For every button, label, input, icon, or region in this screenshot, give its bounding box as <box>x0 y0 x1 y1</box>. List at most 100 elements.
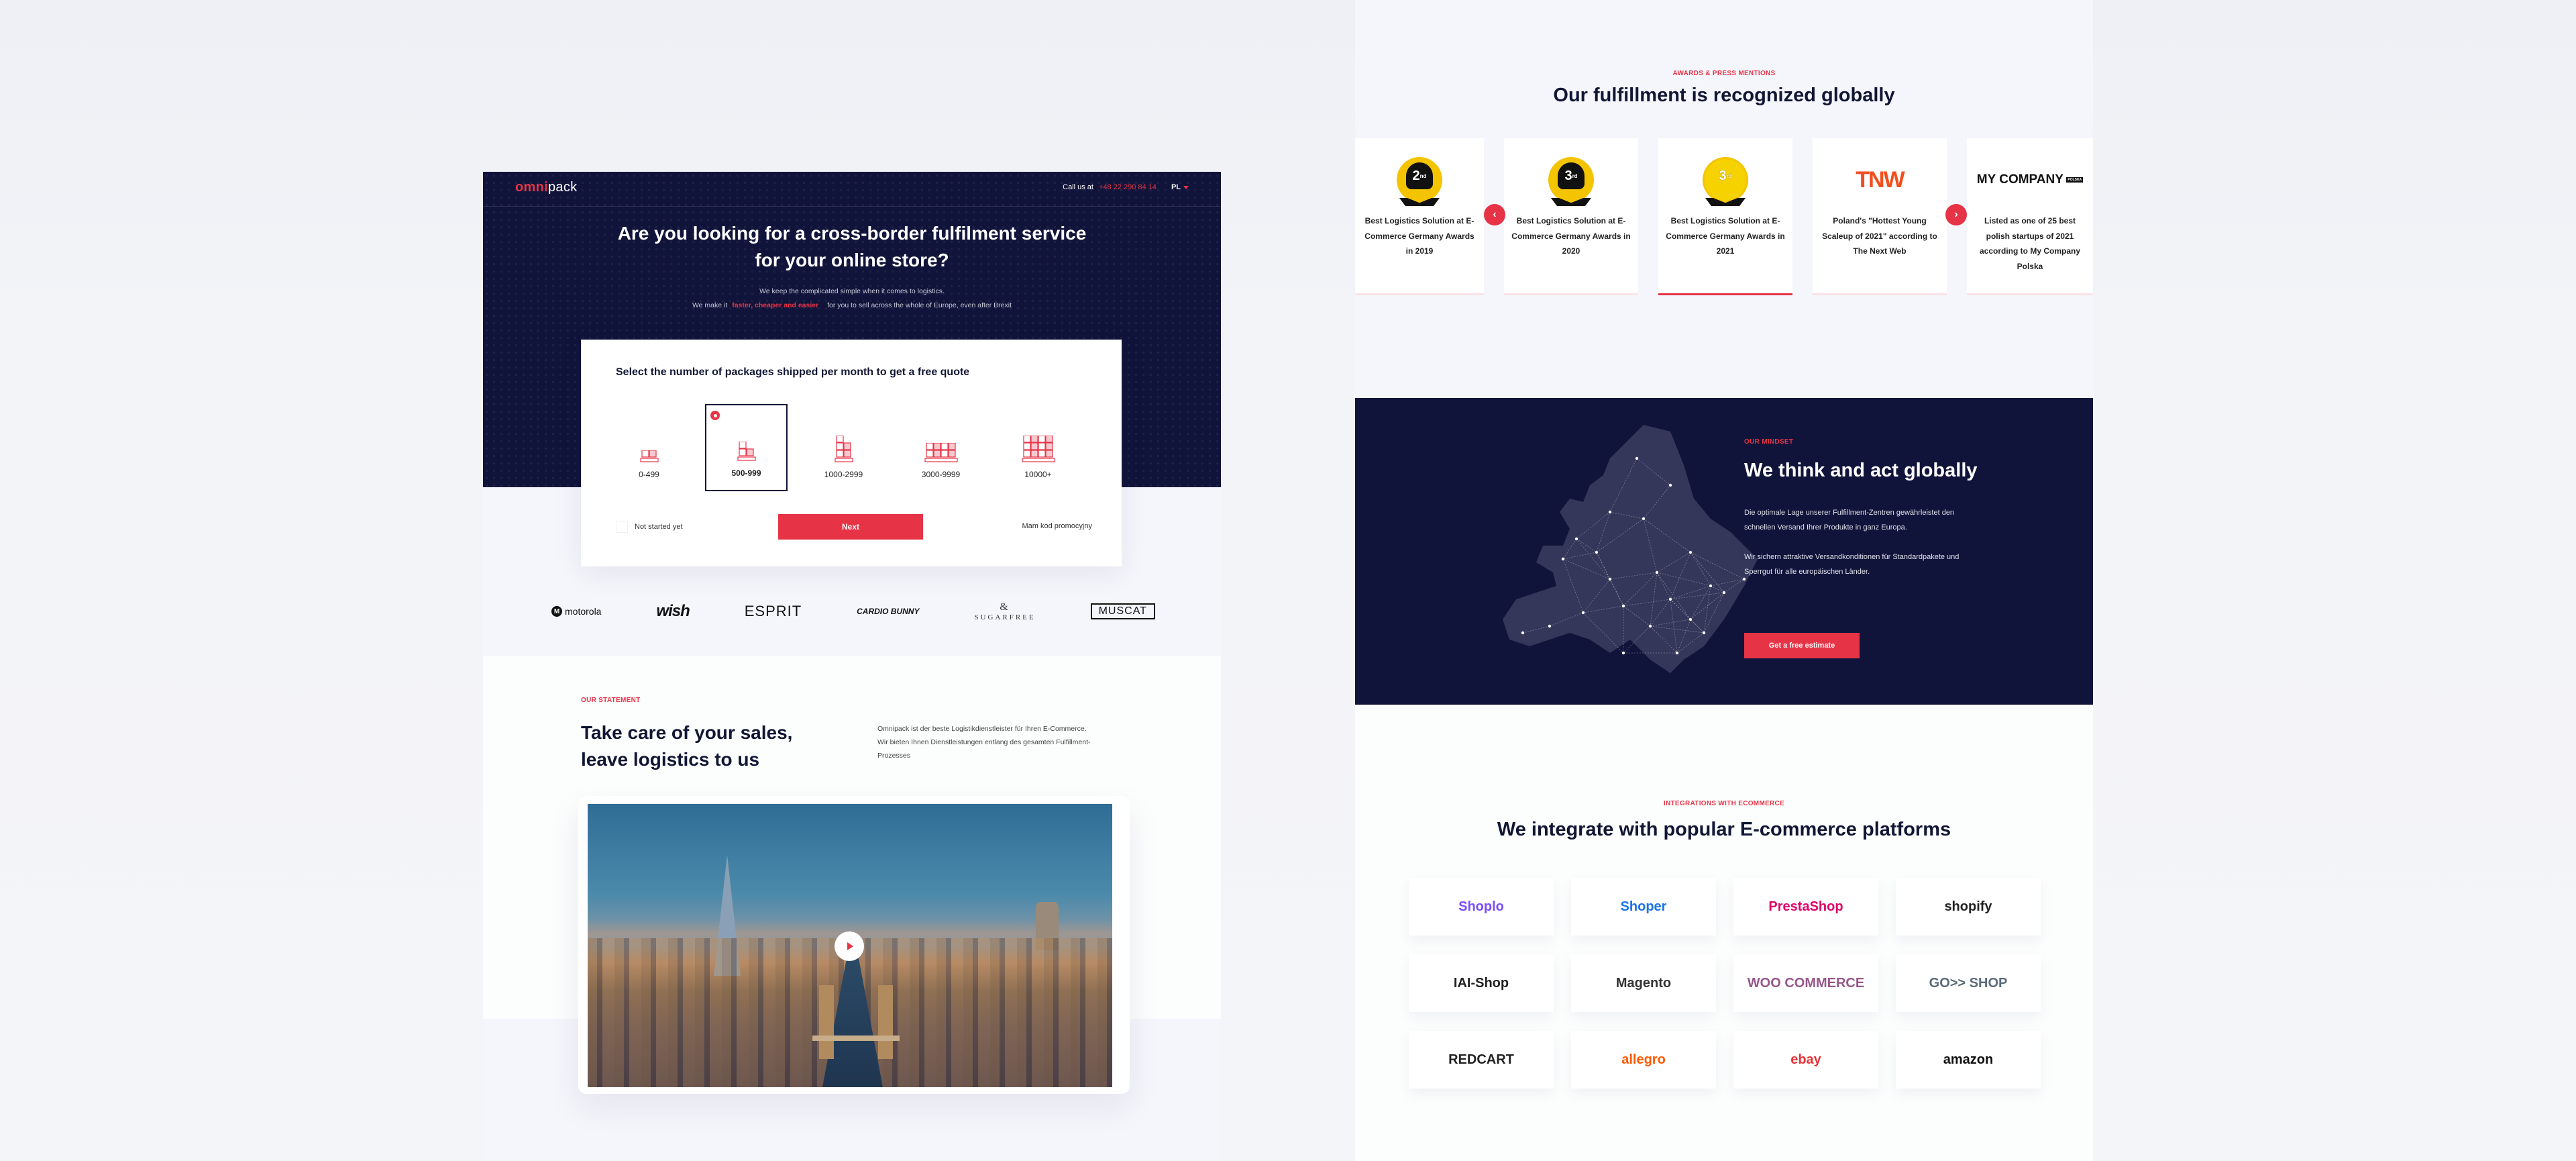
carousel-next-button[interactable]: › <box>1945 204 1967 225</box>
quote-form-title: Select the number of packages shipped pe… <box>616 366 970 378</box>
badge-rank-number: 2 <box>1412 168 1420 183</box>
hero-subtitle: We keep the complicated simple when it c… <box>483 285 1221 313</box>
logo-text-pack: pack <box>547 180 578 195</box>
network-node <box>1521 631 1525 635</box>
chevron-left-icon: ‹ <box>1493 209 1497 220</box>
badge-rank-suffix: nd <box>1419 172 1427 179</box>
hero-title-line2: for your online store? <box>755 250 949 270</box>
promo-code-link[interactable]: Mam kod promocyjny <box>1022 522 1092 530</box>
checkbox-box[interactable] <box>616 521 628 533</box>
integration-card-go-shop[interactable]: GO>> SHOP <box>1896 954 2041 1012</box>
client-logos: Mmotorola wish ESPRIT CARDIO BUNNY & SUGA… <box>551 601 1155 621</box>
get-free-estimate-button[interactable]: Get a free estimate <box>1744 633 1860 658</box>
network-node <box>1668 597 1672 601</box>
integration-card-allegro[interactable]: allegro <box>1571 1031 1716 1089</box>
not-started-checkbox[interactable]: Not started yet <box>616 521 683 533</box>
integration-card-woo-commerce[interactable]: WOO COMMERCE <box>1733 954 1878 1012</box>
integration-card-redcart[interactable]: REDCART <box>1409 1031 1554 1089</box>
language-label: PL <box>1171 183 1181 191</box>
packages-stack-icon <box>737 442 756 461</box>
integration-logo: PrestaShop <box>1768 899 1843 914</box>
checkbox-label: Not started yet <box>635 523 683 531</box>
integration-card-iai-shop[interactable]: IAI-Shop <box>1409 954 1554 1012</box>
award-card[interactable]: 3rd Best Logistics Solution at E-Commerce… <box>1504 138 1638 295</box>
tnw-logo: TNW <box>1856 166 1904 193</box>
mindset-eyebrow: OUR MINDSET <box>1744 438 1794 446</box>
package-option-1000-2999[interactable]: 1000-2999 <box>802 404 885 491</box>
mindset-title: We think and act globally <box>1744 460 1978 481</box>
network-node <box>1688 617 1693 621</box>
carousel-prev-button[interactable]: ‹ <box>1484 204 1505 225</box>
package-option-label: 3000-9999 <box>921 470 961 479</box>
language-selector[interactable]: PL <box>1171 183 1189 191</box>
network-node <box>1548 624 1552 628</box>
integration-card-magento[interactable]: Magento <box>1571 954 1716 1012</box>
brand-logo-cardio-bunny: CARDIO BUNNY <box>857 607 920 616</box>
packages-stack-icon <box>924 443 958 462</box>
badge-rank-suffix: rd <box>1726 172 1732 179</box>
package-option-3000-9999[interactable]: 3000-9999 <box>900 404 982 491</box>
award-badge-icon: 3rd <box>1550 159 1592 206</box>
polska-tag: POLSKA <box>2066 177 2084 183</box>
package-option-500-999[interactable]: 500-999 <box>705 404 788 491</box>
integration-card-shoplo[interactable]: Shoplo <box>1409 878 1554 936</box>
london-video-thumbnail[interactable] <box>588 804 1112 1087</box>
statement-title: Take care of your sales, leave logistics… <box>581 719 792 773</box>
award-card[interactable]: 2nd Best Logistics Solution at E-Commerce… <box>1355 138 1484 295</box>
network-node <box>1561 557 1565 561</box>
network-node <box>1621 651 1625 655</box>
brand-logo-wish: wish <box>656 602 690 620</box>
play-button[interactable] <box>835 931 864 961</box>
integration-logo: allegro <box>1621 1052 1666 1067</box>
top-navigation: omnipack Call us at +48 22 290 84 14 PL <box>483 172 1221 207</box>
badge-rank: 3rd <box>1712 162 1739 189</box>
ribbon-icon <box>1705 198 1746 206</box>
award-description: Best Logistics Solution at E-Commerce Ge… <box>1364 216 1474 256</box>
omnipack-logo[interactable]: omnipack <box>515 180 577 195</box>
award-card[interactable]: MY COMPANY POLSKA Listed as one of 25 bes… <box>1967 138 2093 295</box>
package-volume-options: 0-499 500-999 1000-2999 3000-9999 10000+ <box>608 404 1079 491</box>
packages-stack-icon <box>1021 436 1055 462</box>
integration-card-prestashop[interactable]: PrestaShop <box>1733 878 1878 936</box>
integration-logo: REDCART <box>1448 1052 1514 1067</box>
integration-card-ebay[interactable]: ebay <box>1733 1031 1878 1089</box>
video-card <box>578 796 1130 1094</box>
network-node <box>1574 537 1578 541</box>
brand-name: SUGARFREE <box>974 613 1036 621</box>
integration-card-amazon[interactable]: amazon <box>1896 1031 2041 1089</box>
network-node <box>1642 517 1646 521</box>
hero-subtitle-line1: We keep the complicated simple when it c… <box>759 287 945 295</box>
hero-title-line1: Are you looking for a cross-border fulfi… <box>617 223 1087 244</box>
network-node <box>1648 624 1652 628</box>
ribbon-icon <box>1399 198 1440 206</box>
tower-bridge-tower-left <box>819 985 834 1059</box>
phone-link[interactable]: +48 22 290 84 14 <box>1099 183 1157 191</box>
integration-card-shopify[interactable]: shopify <box>1896 878 2041 936</box>
network-node <box>1702 631 1706 635</box>
integration-card-shoper[interactable]: Shoper <box>1571 878 1716 936</box>
integrations-section: INTEGRATIONS WITH ECOMMERCE We integrate… <box>1355 705 2093 1161</box>
awards-carousel: MY COMPANY POLSKA Listed as one of 25 bes… <box>1355 138 2093 295</box>
integration-logo: WOO COMMERCE <box>1747 975 1865 991</box>
quote-form-actions: Not started yet Next Mam kod promocyjny <box>616 514 1092 541</box>
hero-subtitle-highlight: faster, cheaper and easier <box>732 301 819 309</box>
package-option-10000-[interactable]: 10000+ <box>997 404 1079 491</box>
award-card[interactable]: TNW Poland's "Hottest Young Scaleup of 20… <box>1813 138 1947 295</box>
hero-subtitle-pre: We make it <box>692 301 728 309</box>
statement-text: Omnipack ist der beste Logistikdienstlei… <box>877 725 1091 760</box>
network-node <box>1621 604 1625 608</box>
package-option-label: 10000+ <box>1024 470 1052 479</box>
hero-title: Are you looking for a cross-border fulfi… <box>483 220 1221 274</box>
logo-text-omni: omni <box>515 180 548 195</box>
award-card[interactable]: 3rd Best Logistics Solution at E-Commerce… <box>1658 138 1792 295</box>
integration-logo: Shoplo <box>1458 899 1504 914</box>
next-button[interactable]: Next <box>778 514 923 540</box>
package-option-0-499[interactable]: 0-499 <box>608 404 690 491</box>
award-description: Best Logistics Solution at E-Commerce Ge… <box>1666 216 1785 256</box>
brand-logo-muscat: MUSCAT <box>1090 603 1155 619</box>
statement-title-line1: Take care of your sales, <box>581 722 793 743</box>
motorola-icon: M <box>551 606 562 617</box>
network-node <box>1688 550 1693 554</box>
my-company-wordmark: MY COMPANY <box>1976 172 2063 187</box>
quote-form-card: Select the number of packages shipped pe… <box>581 340 1122 566</box>
